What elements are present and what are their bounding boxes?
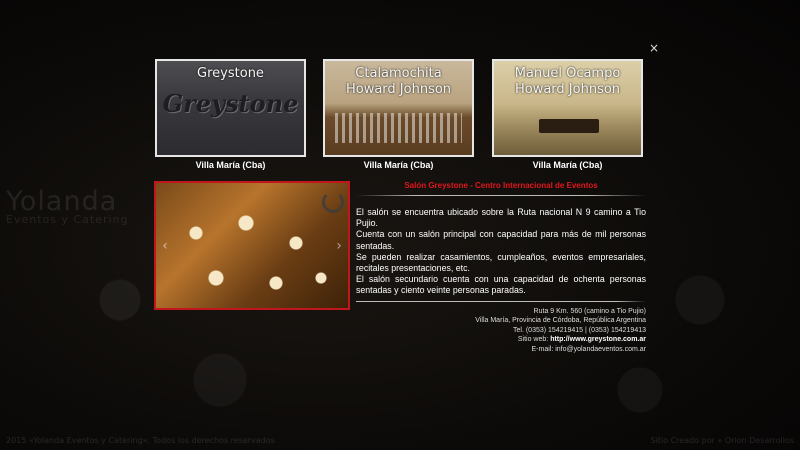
venue-chairs <box>335 113 462 143</box>
venue-thumb-ctalamochita[interactable]: Ctalamochita Howard Johnson <box>323 59 474 157</box>
address-line1: Ruta 9 Km. 560 (camino a Tio Pujio) <box>533 307 646 315</box>
address-line2: Villa María, Provincia de Córdoba, Repúb… <box>475 317 646 325</box>
venue-thumb-caption: Villa María (Cba) <box>195 160 266 170</box>
venue-thumb-title-line1: Greystone <box>197 66 264 81</box>
venue-thumb-greystone[interactable]: Greystone Greystone <box>155 59 306 157</box>
footer-copyright: 2015 «Yolanda Eventos y Catering». Todos… <box>6 436 275 445</box>
website-label: Sitio web: <box>517 336 549 344</box>
chevron-right-icon[interactable]: › <box>332 239 346 253</box>
venue-thumb-title: Ctalamochita Howard Johnson <box>325 66 472 98</box>
venue-info-panel: Salón Greystone - Centro Internacional d… <box>356 181 646 355</box>
footer-credit[interactable]: Sitio Creado por » Orion Desarrollos <box>650 436 794 445</box>
background-logo: Yolanda Eventos y Catering <box>6 186 129 226</box>
chevron-left-icon[interactable]: ‹ <box>158 239 172 253</box>
venue-thumb-title-line2: Howard Johnson <box>345 82 452 97</box>
venue-photo-slider[interactable]: ‹ › <box>154 181 350 310</box>
venue-thumb-title: Greystone <box>157 66 304 82</box>
venue-thumb-title-line1: Manuel Ocampo <box>514 66 621 81</box>
phone-numbers: Tel. (0353) 154219415 | (0353) 154219413 <box>513 326 646 334</box>
email-label: E-mail: <box>531 346 554 353</box>
email-link[interactable]: info@yolandaeventos.com.ar <box>555 346 646 353</box>
venue-thumb-title-line2: Howard Johnson <box>514 82 621 97</box>
email-row: E-mail: info@yolandaeventos.com.ar <box>356 345 646 355</box>
venue-title: Salón Greystone - Centro Internacional d… <box>404 181 598 190</box>
logo-sub: Eventos y Catering <box>6 213 129 226</box>
venue-description: El salón se encuentra ubicado sobre la R… <box>356 207 646 297</box>
venue-thumb-caption: Villa María (Cba) <box>363 160 434 170</box>
description-paragraph: Cuenta con un salón principal con capaci… <box>356 229 646 251</box>
divider <box>356 300 646 302</box>
venue-contact: Ruta 9 Km. 560 (camino a Tio Pujio) Vill… <box>356 307 646 355</box>
description-paragraph: El salón secundario cuenta con una capac… <box>356 274 646 296</box>
description-paragraph: Se pueden realizar casamientos, cumpleañ… <box>356 251 646 274</box>
website-link[interactable]: http://www.greystone.com.ar <box>550 336 646 343</box>
venue-thumb-title-line1: Ctalamochita <box>355 66 442 81</box>
venue-sign: Greystone <box>162 89 299 118</box>
description-paragraph: El salón se encuentra ubicado sobre la R… <box>356 207 646 229</box>
divider <box>356 195 646 196</box>
venue-thumb-caption: Villa María (Cba) <box>532 160 603 170</box>
venue-table <box>539 119 599 133</box>
venue-thumb-title: Manuel Ocampo Howard Johnson <box>494 66 641 98</box>
spinner-icon <box>322 191 344 213</box>
venue-thumb-manuel-ocampo[interactable]: Manuel Ocampo Howard Johnson <box>492 59 643 157</box>
close-icon[interactable]: × <box>648 42 660 54</box>
website-row: Sitio web: http://www.greystone.com.ar <box>356 335 646 345</box>
